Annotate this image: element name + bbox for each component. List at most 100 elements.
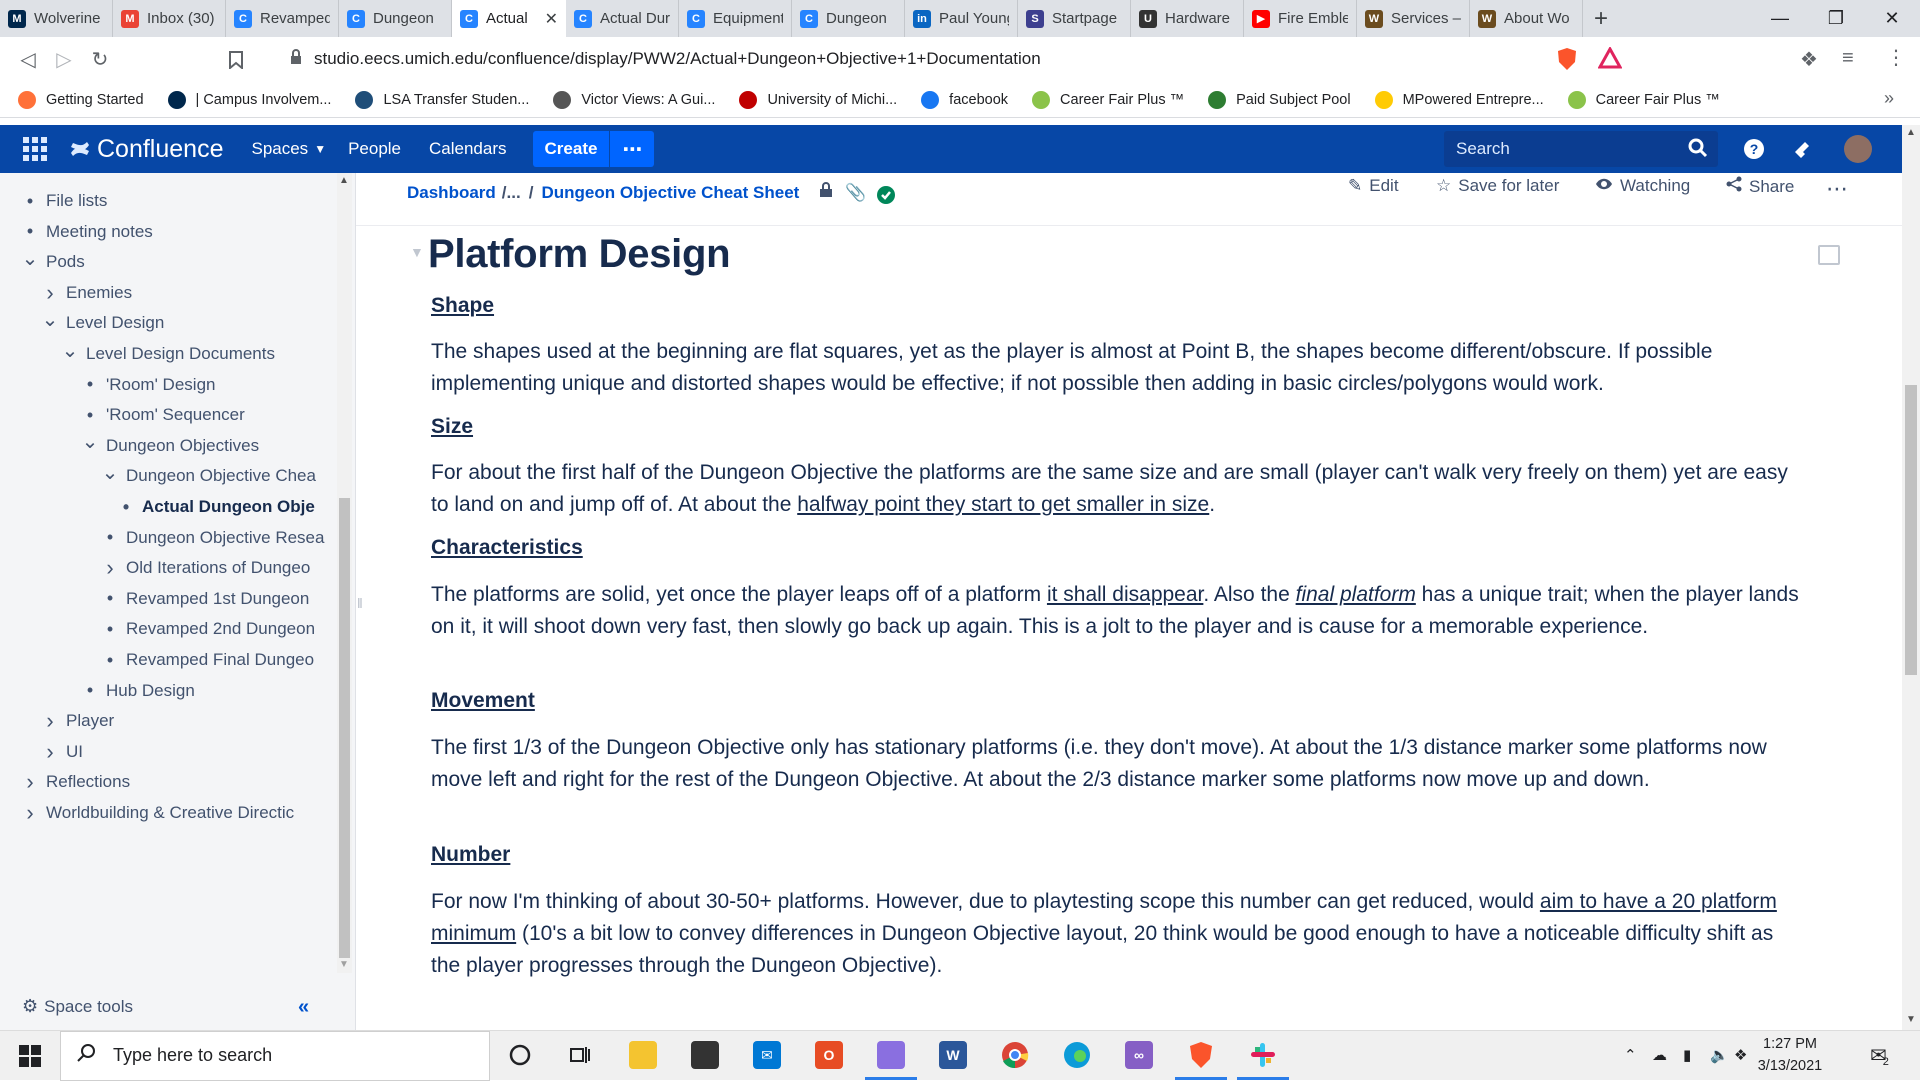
office-icon[interactable]: O	[809, 1035, 849, 1075]
breadcrumb-dashboard[interactable]: Dashboard	[407, 183, 496, 203]
dropbox-icon[interactable]: ❖	[1734, 1030, 1747, 1080]
chevron-right-icon[interactable]: ›	[40, 708, 60, 734]
nav-spaces[interactable]: Spaces ▼	[251, 139, 326, 159]
system-clock[interactable]: 1:27 PM 3/13/2021	[1752, 1033, 1828, 1077]
browser-tab[interactable]: W Services –	[1357, 0, 1470, 37]
breadcrumb-parent[interactable]: Dungeon Objective Cheat Sheet	[541, 183, 799, 203]
notifications-icon[interactable]	[1790, 137, 1814, 161]
reload-icon[interactable]: ↻	[82, 42, 118, 78]
file-explorer-icon[interactable]	[623, 1035, 663, 1075]
browser-tab[interactable]: M Inbox (30)	[113, 0, 226, 37]
sidebar-scroll-thumb[interactable]	[339, 498, 350, 958]
browser-tab[interactable]: W About Wo	[1470, 0, 1583, 37]
sidebar-resize-handle[interactable]: ‖	[357, 595, 363, 611]
scroll-up-icon[interactable]: ▲	[1906, 127, 1916, 138]
sidebar-tree-item[interactable]: • Actual Dungeon Obje	[116, 492, 315, 522]
browser-tab[interactable]: C Actual Dur	[566, 0, 679, 37]
bookmark-item[interactable]: facebook	[921, 90, 1008, 109]
bookmark-item[interactable]: MPowered Entrepre...	[1374, 90, 1544, 109]
edit-button[interactable]: ✎ Edit	[1348, 176, 1399, 196]
watching-button[interactable]: Watching	[1595, 176, 1690, 196]
cortana-icon[interactable]	[500, 1035, 540, 1075]
page-scroll-thumb[interactable]	[1905, 385, 1917, 675]
sidebar-tree-item[interactable]: • 'Room' Design	[80, 370, 216, 400]
bookmark-item[interactable]: Paid Subject Pool	[1208, 90, 1351, 109]
sidebar-tree-item[interactable]: ⌄ Level Design Documents	[60, 339, 275, 369]
address-bar[interactable]: studio.eecs.umich.edu/confluence/display…	[290, 43, 1550, 75]
browser-tab[interactable]: in Paul Young	[905, 0, 1018, 37]
sidebar-tree-item[interactable]: ⌄ Dungeon Objectives	[80, 431, 259, 461]
sidebar-tree-item[interactable]: • Revamped Final Dungeo	[100, 645, 314, 675]
reading-list-icon[interactable]: ≡	[1842, 47, 1854, 70]
browser-tab[interactable]: S Startpage	[1018, 0, 1131, 37]
volume-icon[interactable]: 🔈	[1710, 1030, 1729, 1080]
mail-icon[interactable]: ✉	[747, 1035, 787, 1075]
collapse-heading-icon[interactable]: ▼	[410, 244, 424, 260]
chevron-down-icon[interactable]: ⌄	[40, 307, 60, 332]
sidebar-tree-item[interactable]: • Revamped 2nd Dungeon	[100, 614, 315, 644]
space-tools-button[interactable]: ⚙ Space tools	[22, 996, 133, 1017]
browser-tab[interactable]: C Dungeon	[792, 0, 905, 37]
onedrive-icon[interactable]: ☁	[1652, 1030, 1667, 1080]
sidebar-tree-item[interactable]: › Worldbuilding & Creative Directic	[20, 798, 294, 828]
create-more-icon[interactable]: ⋯	[609, 131, 654, 167]
sidebar-tree-item[interactable]: ⌄ Pods	[20, 247, 85, 277]
create-button[interactable]: Create	[533, 139, 610, 159]
nav-calendars[interactable]: Calendars	[429, 139, 507, 159]
sidebar-tree-item[interactable]: › Player	[40, 706, 114, 736]
chevron-down-icon[interactable]: ⌄	[60, 338, 80, 363]
scroll-down-icon[interactable]: ▼	[339, 959, 349, 970]
bookmark-item[interactable]: University of Michi...	[739, 90, 897, 109]
help-icon[interactable]: ?	[1742, 137, 1766, 161]
collapse-sidebar-icon[interactable]: «	[298, 996, 309, 1019]
new-tab-button[interactable]: +	[1583, 0, 1619, 37]
chevron-right-icon[interactable]: ›	[40, 739, 60, 765]
search-input[interactable]: Search	[1444, 131, 1718, 167]
chevron-right-icon[interactable]: ›	[20, 800, 40, 826]
breadcrumb-ellipsis[interactable]: /...	[502, 183, 521, 203]
sidebar-tree-item[interactable]: • Meeting notes	[20, 217, 153, 247]
bookmark-item[interactable]: | Campus Involvem...	[167, 90, 331, 109]
chevron-down-icon[interactable]: ⌄	[80, 429, 100, 454]
visual-studio-icon[interactable]: ∞	[1119, 1035, 1159, 1075]
scroll-down-icon[interactable]: ▼	[1906, 1014, 1916, 1025]
sidebar-tree-item[interactable]: › Reflections	[20, 767, 130, 797]
sidebar-tree-item[interactable]: ⌄ Dungeon Objective Chea	[100, 461, 316, 491]
browser-tab[interactable]: C Actual ✕	[452, 0, 566, 37]
sidebar-tree-item[interactable]: • File lists	[20, 186, 108, 216]
edge-icon[interactable]	[1057, 1035, 1097, 1075]
battery-icon[interactable]: ▮	[1683, 1030, 1691, 1080]
page-scrollbar[interactable]: ▲ ▼	[1902, 125, 1920, 1030]
word-icon[interactable]: W	[933, 1035, 973, 1075]
sidebar-scrollbar[interactable]: ▲ ▼	[337, 173, 352, 973]
confluence-logo[interactable]: Confluence	[69, 135, 223, 164]
slack-icon[interactable]	[1243, 1035, 1283, 1075]
nav-people[interactable]: People	[348, 139, 401, 159]
bookmark-item[interactable]: Getting Started	[18, 90, 144, 109]
chrome-icon[interactable]	[995, 1035, 1035, 1075]
avatar[interactable]	[1844, 135, 1872, 163]
more-actions-icon[interactable]: ⋯	[1826, 176, 1848, 202]
taskbar-search-input[interactable]: Type here to search	[60, 1030, 490, 1081]
save-for-later-button[interactable]: ☆ Save for later	[1436, 176, 1559, 196]
sidebar-tree-item[interactable]: › UI	[40, 737, 83, 767]
restore-button[interactable]: ❐	[1808, 0, 1864, 37]
sidebar-tree-item[interactable]: › Enemies	[40, 278, 132, 308]
close-tab-icon[interactable]: ✕	[545, 9, 558, 29]
close-window-button[interactable]: ✕	[1864, 0, 1920, 37]
chevron-right-icon[interactable]: ›	[40, 280, 60, 306]
attachment-icon[interactable]: 📎	[845, 183, 866, 203]
restrictions-lock-icon[interactable]	[819, 182, 833, 203]
windows-start-icon[interactable]	[0, 1031, 60, 1081]
browser-tab[interactable]: M Wolverine	[0, 0, 113, 37]
sidebar-tree-item[interactable]: • Hub Design	[80, 676, 195, 706]
brave-shield-icon[interactable]	[1556, 47, 1578, 76]
bookmark-item[interactable]: LSA Transfer Studen...	[355, 90, 529, 109]
sidebar-tree-item[interactable]: › Old Iterations of Dungeo	[100, 553, 310, 583]
chevron-right-icon[interactable]: ›	[100, 555, 120, 581]
task-view-icon[interactable]	[560, 1035, 600, 1075]
share-button[interactable]: Share	[1726, 176, 1794, 197]
more-bookmarks-icon[interactable]: »	[1884, 88, 1894, 109]
sidebar-tree-item[interactable]: ⌄ Level Design	[40, 307, 165, 338]
browser-tab[interactable]: ▶ Fire Emble	[1244, 0, 1357, 37]
